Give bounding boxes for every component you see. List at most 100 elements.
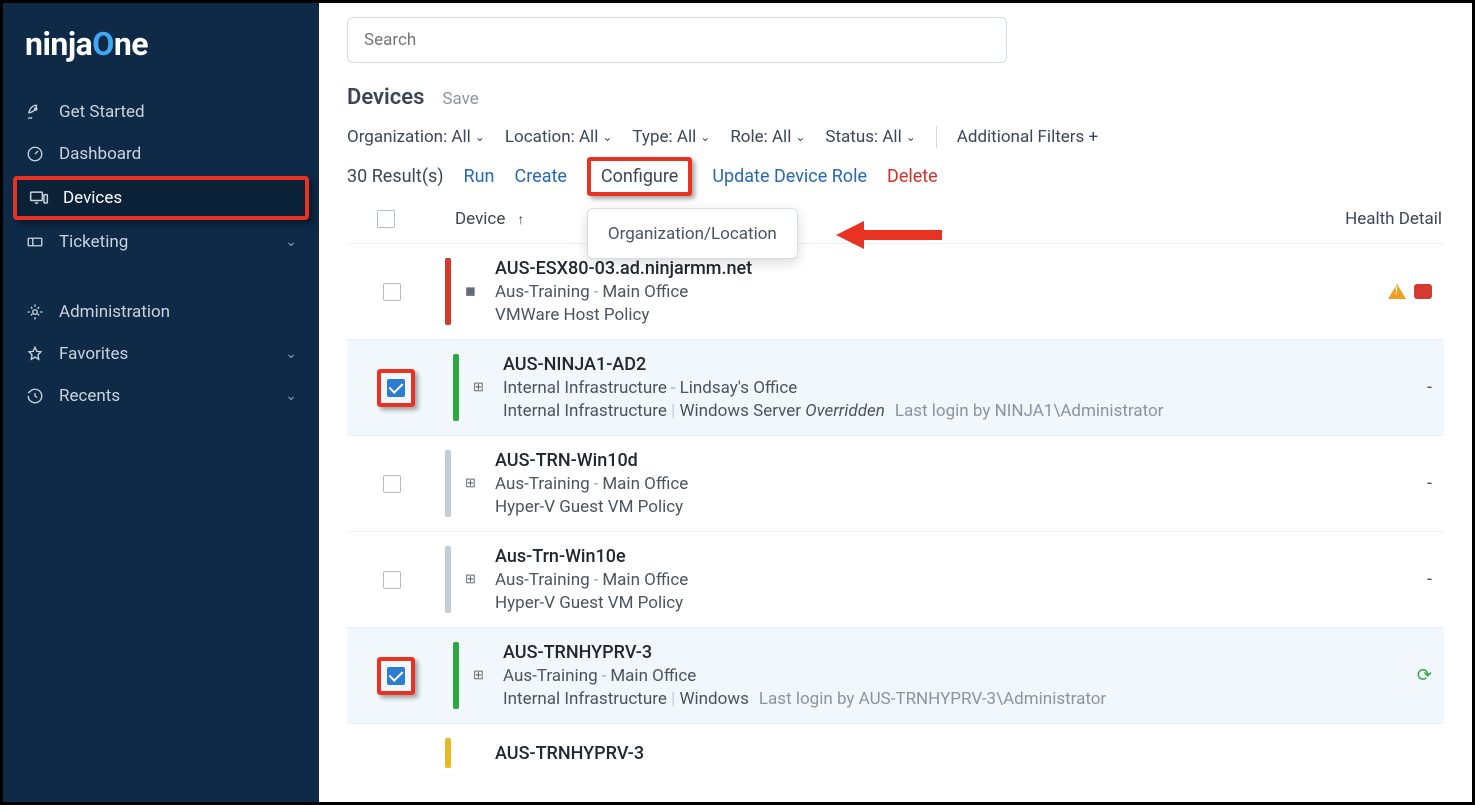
row-checkbox[interactable]: [383, 475, 401, 493]
device-org-loc: Internal Infrastructure-Lindsay's Office: [503, 378, 1427, 398]
device-policy: Internal Infrastructure | Windows Server…: [503, 401, 1427, 421]
vmware-icon: ◼: [465, 284, 481, 299]
device-org-loc: Aus-Training-Main Office: [495, 474, 1427, 494]
device-row[interactable]: AUS-TRNHYPRV-3: [347, 723, 1444, 768]
nav-label: Devices: [63, 188, 122, 208]
nav-dashboard[interactable]: Dashboard: [3, 133, 319, 175]
device-policy: VMWare Host Policy: [495, 305, 1388, 325]
configure-action[interactable]: Configure: [587, 157, 692, 196]
nav-label: Favorites: [59, 344, 128, 364]
dropdown-item-org-loc[interactable]: Organization/Location: [608, 224, 777, 244]
device-row[interactable]: ◼ AUS-ESX80-03.ad.ninjarmm.net Aus-Train…: [347, 243, 1444, 339]
critical-icon: [1414, 284, 1432, 299]
additional-filters[interactable]: Additional Filters +: [957, 127, 1098, 147]
rocket-icon: [25, 102, 45, 122]
status-bar: [445, 546, 451, 613]
row-checkbox[interactable]: [387, 667, 405, 685]
health-detail: -: [1427, 377, 1432, 398]
nav-label: Get Started: [59, 102, 145, 122]
update-role-action[interactable]: Update Device Role: [712, 166, 867, 187]
nav-recents[interactable]: Recents ⌄: [3, 375, 319, 417]
devices-icon: [29, 188, 49, 208]
logo: ninjaOne: [3, 15, 319, 91]
chevron-down-icon: ⌄: [285, 234, 297, 250]
windows-icon: ⊞: [473, 668, 489, 683]
chevron-down-icon: ⌄: [285, 388, 297, 404]
main-content: Devices Save Organization: All ⌄ Locatio…: [319, 3, 1472, 802]
save-link[interactable]: Save: [442, 89, 478, 109]
device-row[interactable]: ⊞ AUS-NINJA1-AD2 Internal Infrastructure…: [347, 339, 1444, 435]
device-name: AUS-TRNHYPRV-3: [495, 743, 1444, 764]
filter-org-label: Organization:: [347, 127, 447, 147]
chevron-down-icon: ⌄: [602, 130, 612, 144]
chevron-down-icon: ⌄: [285, 346, 297, 362]
divider: [936, 126, 937, 148]
chevron-down-icon: ⌄: [475, 130, 485, 144]
device-policy: Internal Infrastructure | WindowsLast lo…: [503, 689, 1417, 709]
windows-icon: ⊞: [465, 476, 481, 491]
action-bar: 30 Result(s) Run Create Configure Organi…: [347, 166, 1444, 187]
select-all-checkbox[interactable]: [377, 210, 395, 228]
filter-status-label: Status:: [825, 127, 878, 147]
sidebar: ninjaOne Get Started Dashboard Devices T…: [3, 3, 319, 802]
health-detail: -: [1427, 569, 1432, 590]
configure-dropdown: Organization/Location: [587, 208, 798, 259]
filter-status-value[interactable]: All ⌄: [882, 127, 915, 147]
chevron-down-icon: ⌄: [700, 130, 710, 144]
col-device[interactable]: Device: [455, 209, 505, 229]
device-policy: Hyper-V Guest VM Policy: [495, 497, 1427, 517]
nav-favorites[interactable]: Favorites ⌄: [3, 333, 319, 375]
create-action[interactable]: Create: [515, 166, 567, 187]
health-detail: [1388, 284, 1432, 299]
result-count: 30 Result(s): [347, 166, 444, 187]
chevron-down-icon: ⌄: [795, 130, 805, 144]
health-detail: -: [1427, 473, 1432, 494]
device-name: AUS-ESX80-03.ad.ninjarmm.net: [495, 258, 1388, 279]
delete-action[interactable]: Delete: [887, 166, 938, 187]
device-name: Aus-Trn-Win10e: [495, 546, 1427, 567]
device-row[interactable]: ⊞ AUS-TRNHYPRV-3 Aus-Training-Main Offic…: [347, 627, 1444, 723]
device-org-loc: Aus-Training-Main Office: [495, 282, 1388, 302]
callout-arrow: [836, 221, 942, 249]
health-detail: ⟳: [1417, 665, 1432, 686]
col-health[interactable]: Health Detail: [1345, 209, 1442, 229]
status-bar: [445, 258, 451, 325]
windows-icon: ⊞: [465, 572, 481, 587]
search-input[interactable]: [347, 17, 1007, 63]
filter-bar: Organization: All ⌄ Location: All ⌄ Type…: [347, 126, 1444, 148]
row-checkbox[interactable]: [387, 379, 405, 397]
row-checkbox[interactable]: [383, 283, 401, 301]
filter-type-label: Type:: [632, 127, 672, 147]
page-title: Devices: [347, 85, 424, 110]
filter-role-label: Role:: [730, 127, 767, 147]
device-row[interactable]: ⊞ AUS-TRN-Win10d Aus-Training-Main Offic…: [347, 435, 1444, 531]
history-icon: [25, 386, 45, 406]
nav-devices[interactable]: Devices: [13, 176, 309, 220]
filter-role-value[interactable]: All ⌄: [772, 127, 805, 147]
nav-ticketing[interactable]: Ticketing ⌄: [3, 221, 319, 263]
star-icon: [25, 344, 45, 364]
run-action[interactable]: Run: [464, 166, 495, 187]
gear-icon: [25, 302, 45, 322]
device-policy: Hyper-V Guest VM Policy: [495, 593, 1427, 613]
filter-type-value[interactable]: All ⌄: [677, 127, 710, 147]
filter-loc-label: Location:: [505, 127, 575, 147]
status-bar: [453, 642, 459, 709]
device-row[interactable]: ⊞ Aus-Trn-Win10e Aus-Training-Main Offic…: [347, 531, 1444, 627]
chevron-down-icon: ⌄: [906, 130, 916, 144]
nav-label: Administration: [59, 302, 170, 322]
ticket-icon: [25, 232, 45, 252]
nav-label: Ticketing: [59, 232, 128, 252]
status-bar: [453, 354, 459, 421]
windows-icon: ⊞: [473, 380, 489, 395]
row-checkbox[interactable]: [383, 571, 401, 589]
nav-administration[interactable]: Administration: [3, 291, 319, 333]
refresh-icon: ⟳: [1417, 665, 1432, 686]
status-bar: [445, 738, 451, 768]
filter-loc-value[interactable]: All ⌄: [579, 127, 612, 147]
sort-asc-icon: ↑: [517, 211, 524, 228]
device-org-loc: Aus-Training-Main Office: [495, 570, 1427, 590]
nav-get-started[interactable]: Get Started: [3, 91, 319, 133]
filter-org-value[interactable]: All ⌄: [451, 127, 484, 147]
status-bar: [445, 450, 451, 517]
